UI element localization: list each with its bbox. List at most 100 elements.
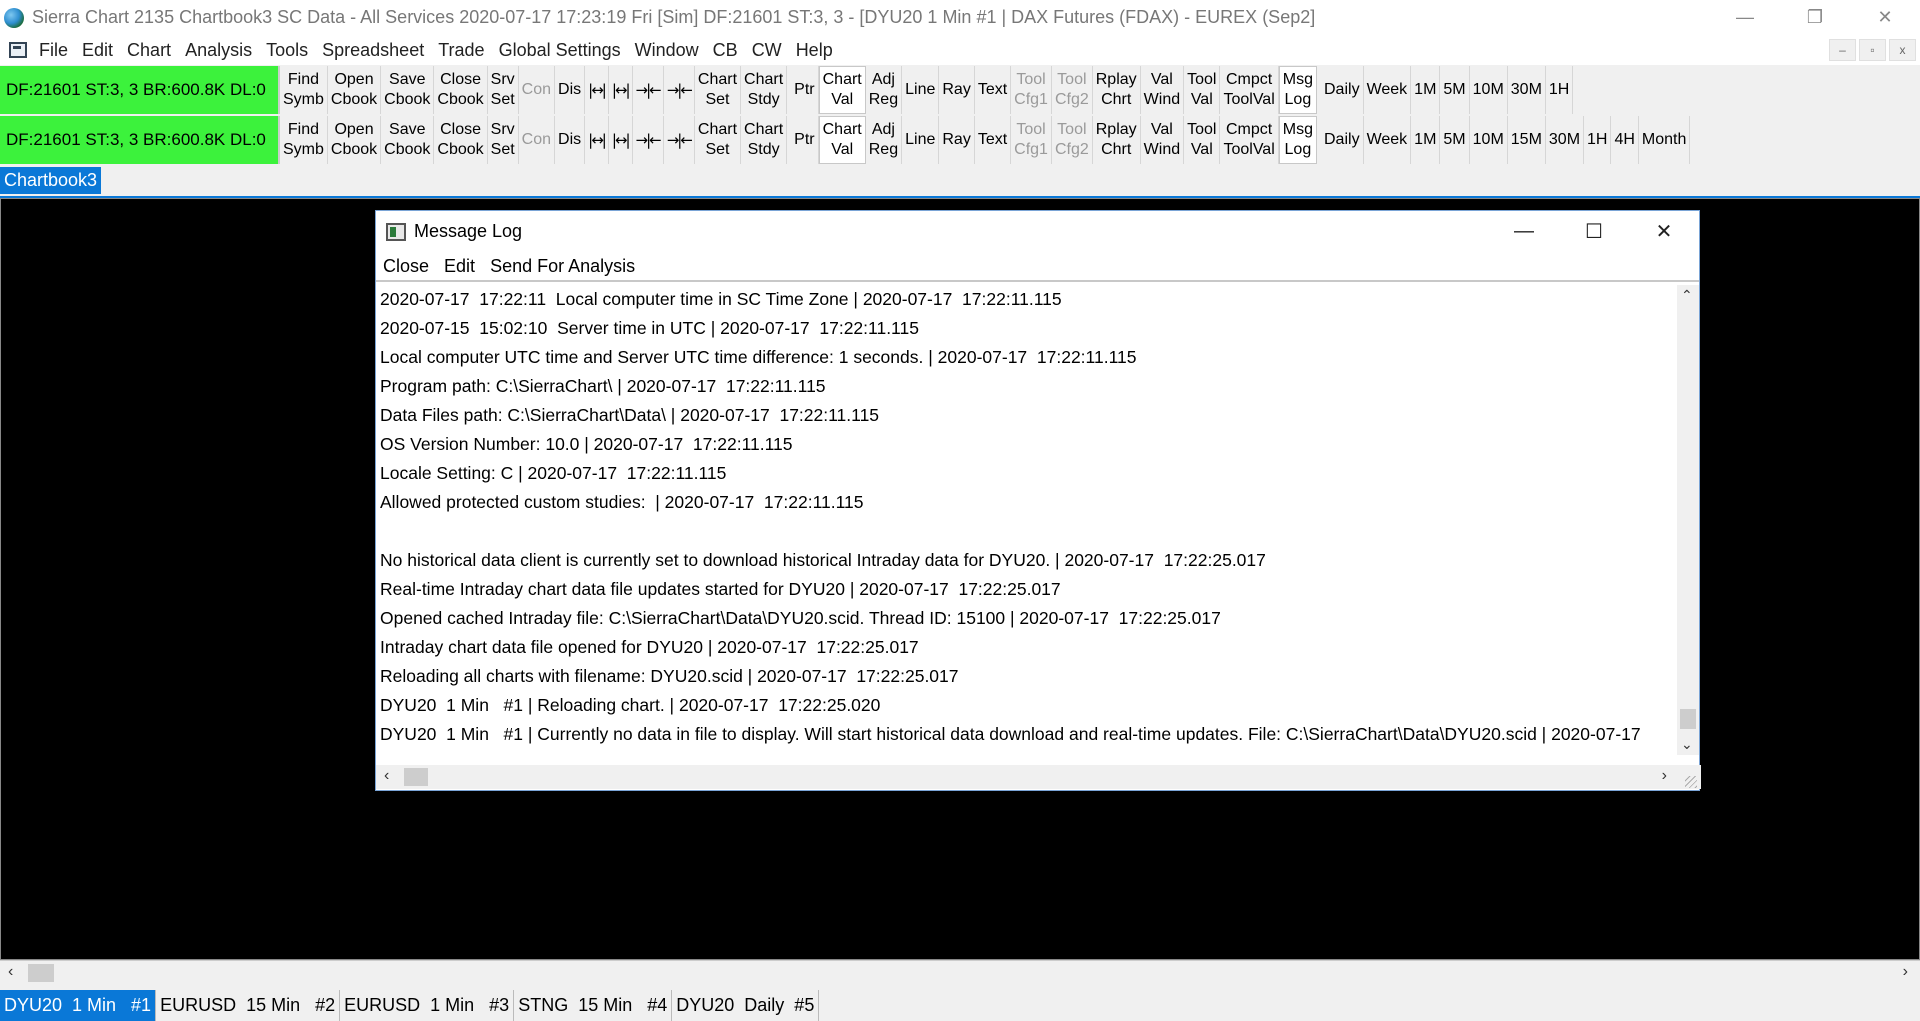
scroll-down-icon[interactable]: ⌄ — [1681, 736, 1693, 753]
replay-chart-button[interactable]: Rplay Chrt — [1093, 116, 1141, 164]
ray-tool-button[interactable]: Ray — [939, 66, 975, 114]
server-settings-button[interactable]: Srv Set — [488, 116, 519, 164]
ray-tool-button[interactable]: Ray — [939, 116, 975, 164]
increase-spacing-icon[interactable]: |↔| — [585, 66, 609, 114]
connection-status[interactable]: DF:21601 ST:3, 3 BR:600.8K DL:0 — [0, 66, 280, 114]
chart-values-button[interactable]: Chart Val — [818, 66, 866, 114]
disconnect-button[interactable]: Dis — [555, 66, 586, 114]
connection-status[interactable]: DF:21601 ST:3, 3 BR:600.8K DL:0 — [0, 116, 280, 164]
compact-tool-values-button[interactable]: Cmpct ToolVal — [1220, 66, 1279, 114]
menu-analysis[interactable]: Analysis — [185, 40, 252, 61]
chart-studies-button[interactable]: Chart Stdy — [741, 66, 788, 114]
menu-tools[interactable]: Tools — [266, 40, 308, 61]
tool-config-2-button[interactable]: Tool Cfg2 — [1052, 66, 1093, 114]
resize-grip-icon[interactable] — [1685, 776, 1697, 788]
close-chartbook-button[interactable]: Close Cbook — [434, 116, 488, 164]
chart-studies-button[interactable]: Chart Stdy — [741, 116, 788, 164]
period-week-button[interactable]: Week — [1364, 116, 1412, 164]
restore-button[interactable]: ❐ — [1780, 0, 1850, 35]
period-5m-button[interactable]: 5M — [1440, 116, 1470, 164]
message-log-menu-edit[interactable]: Edit — [444, 256, 475, 277]
menu-trade[interactable]: Trade — [438, 40, 484, 61]
replay-chart-button[interactable]: Rplay Chrt — [1093, 66, 1141, 114]
mdi-minimize-button[interactable]: – — [1829, 39, 1856, 61]
document-icon[interactable] — [9, 42, 27, 58]
chart-tab[interactable]: EURUSD 15 Min #2 — [156, 990, 341, 1021]
vertical-scroll-thumb[interactable] — [1680, 709, 1696, 729]
tool-config-1-button[interactable]: Tool Cfg1 — [1011, 66, 1052, 114]
menu-chart[interactable]: Chart — [127, 40, 171, 61]
menu-window[interactable]: Window — [635, 40, 699, 61]
message-log-vertical-scrollbar[interactable]: ⌃ ⌄ — [1677, 285, 1699, 755]
message-log-text-area[interactable]: 2020-07-17 17:22:11 Local computer time … — [376, 285, 1676, 755]
period-4h-button[interactable]: 4H — [1611, 116, 1639, 164]
period-10m-button[interactable]: 10M — [1470, 66, 1508, 114]
workspace-horizontal-scrollbar[interactable]: ‹ › — [0, 960, 1920, 984]
open-chartbook-button[interactable]: Open Cbook — [328, 116, 382, 164]
zoom-out-icon[interactable]: →|← — [664, 66, 695, 114]
period-week-button[interactable]: Week — [1364, 66, 1412, 114]
line-tool-button[interactable]: Line — [902, 66, 940, 114]
period-30m-button[interactable]: 30M — [1546, 116, 1585, 164]
period-15m-button[interactable]: 15M — [1508, 116, 1546, 164]
chart-tab[interactable]: STNG 15 Min #4 — [514, 990, 673, 1021]
period-daily-button[interactable]: Daily — [1321, 116, 1364, 164]
find-symbol-button[interactable]: Find Symb — [280, 116, 328, 164]
tool-config-2-button[interactable]: Tool Cfg2 — [1052, 116, 1093, 164]
scroll-right-icon[interactable]: › — [1662, 767, 1667, 785]
disconnect-button[interactable]: Dis — [555, 116, 586, 164]
scroll-left-icon[interactable]: ‹ — [384, 767, 389, 785]
scroll-right-icon[interactable]: › — [1903, 963, 1908, 981]
connect-button[interactable]: Con — [519, 116, 556, 164]
period-30m-button[interactable]: 30M — [1508, 66, 1546, 114]
chart-tab[interactable]: DYU20 1 Min #1 — [0, 990, 157, 1021]
close-button[interactable]: ✕ — [1850, 0, 1920, 35]
message-log-menu-send-for-analysis[interactable]: Send For Analysis — [490, 256, 635, 277]
find-symbol-button[interactable]: Find Symb — [280, 66, 328, 114]
horizontal-scroll-thumb[interactable] — [28, 964, 54, 982]
menu-help[interactable]: Help — [796, 40, 833, 61]
period-5m-button[interactable]: 5M — [1440, 66, 1470, 114]
chart-tab[interactable]: DYU20 Daily #5 — [672, 990, 820, 1021]
tool-config-1-button[interactable]: Tool Cfg1 — [1011, 116, 1052, 164]
text-tool-button[interactable]: Text — [975, 66, 1012, 114]
increase-spacing-icon[interactable]: |↔| — [585, 116, 609, 164]
message-log-minimize-button[interactable]: — — [1489, 211, 1559, 252]
compact-tool-values-button[interactable]: Cmpct ToolVal — [1220, 116, 1279, 164]
menu-cw[interactable]: CW — [752, 40, 782, 61]
message-log-menu-close[interactable]: Close — [383, 256, 429, 277]
scroll-up-icon[interactable]: ⌃ — [1681, 287, 1693, 304]
pointer-tool-button[interactable]: Ptr — [791, 66, 819, 114]
text-tool-button[interactable]: Text — [975, 116, 1012, 164]
message-log-maximize-button[interactable]: ☐ — [1559, 211, 1629, 252]
zoom-out-icon[interactable]: →|← — [664, 116, 695, 164]
period-1h-button[interactable]: 1H — [1584, 116, 1612, 164]
menu-cb[interactable]: CB — [713, 40, 738, 61]
minimize-button[interactable]: — — [1710, 0, 1780, 35]
chart-values-button[interactable]: Chart Val — [818, 116, 866, 164]
message-log-title-bar[interactable]: Message Log — ☐ ✕ — [376, 211, 1699, 252]
period-month-button[interactable]: Month — [1639, 116, 1691, 164]
zoom-in-icon[interactable]: →|← — [633, 116, 664, 164]
period-1h-button[interactable]: 1H — [1546, 66, 1574, 114]
menu-edit[interactable]: Edit — [82, 40, 113, 61]
adjust-region-button[interactable]: Adj Reg — [866, 116, 903, 164]
message-log-button[interactable]: Msg Log — [1278, 116, 1317, 164]
values-window-button[interactable]: Val Wind — [1141, 116, 1185, 164]
menu-file[interactable]: File — [39, 40, 68, 61]
tool-values-button[interactable]: Tool Val — [1184, 66, 1221, 114]
period-1m-button[interactable]: 1M — [1411, 116, 1441, 164]
decrease-spacing-icon[interactable]: |↔| — [609, 116, 633, 164]
mdi-close-button[interactable]: x — [1889, 39, 1916, 61]
chart-settings-button[interactable]: Chart Set — [695, 66, 742, 114]
line-tool-button[interactable]: Line — [902, 116, 940, 164]
save-chartbook-button[interactable]: Save Cbook — [381, 116, 435, 164]
pointer-tool-button[interactable]: Ptr — [791, 116, 819, 164]
chart-settings-button[interactable]: Chart Set — [695, 116, 742, 164]
chart-tab[interactable]: EURUSD 1 Min #3 — [340, 990, 515, 1021]
save-chartbook-button[interactable]: Save Cbook — [381, 66, 435, 114]
period-1m-button[interactable]: 1M — [1411, 66, 1441, 114]
menu-spreadsheet[interactable]: Spreadsheet — [322, 40, 424, 61]
message-log-button[interactable]: Msg Log — [1278, 66, 1317, 114]
values-window-button[interactable]: Val Wind — [1141, 66, 1185, 114]
